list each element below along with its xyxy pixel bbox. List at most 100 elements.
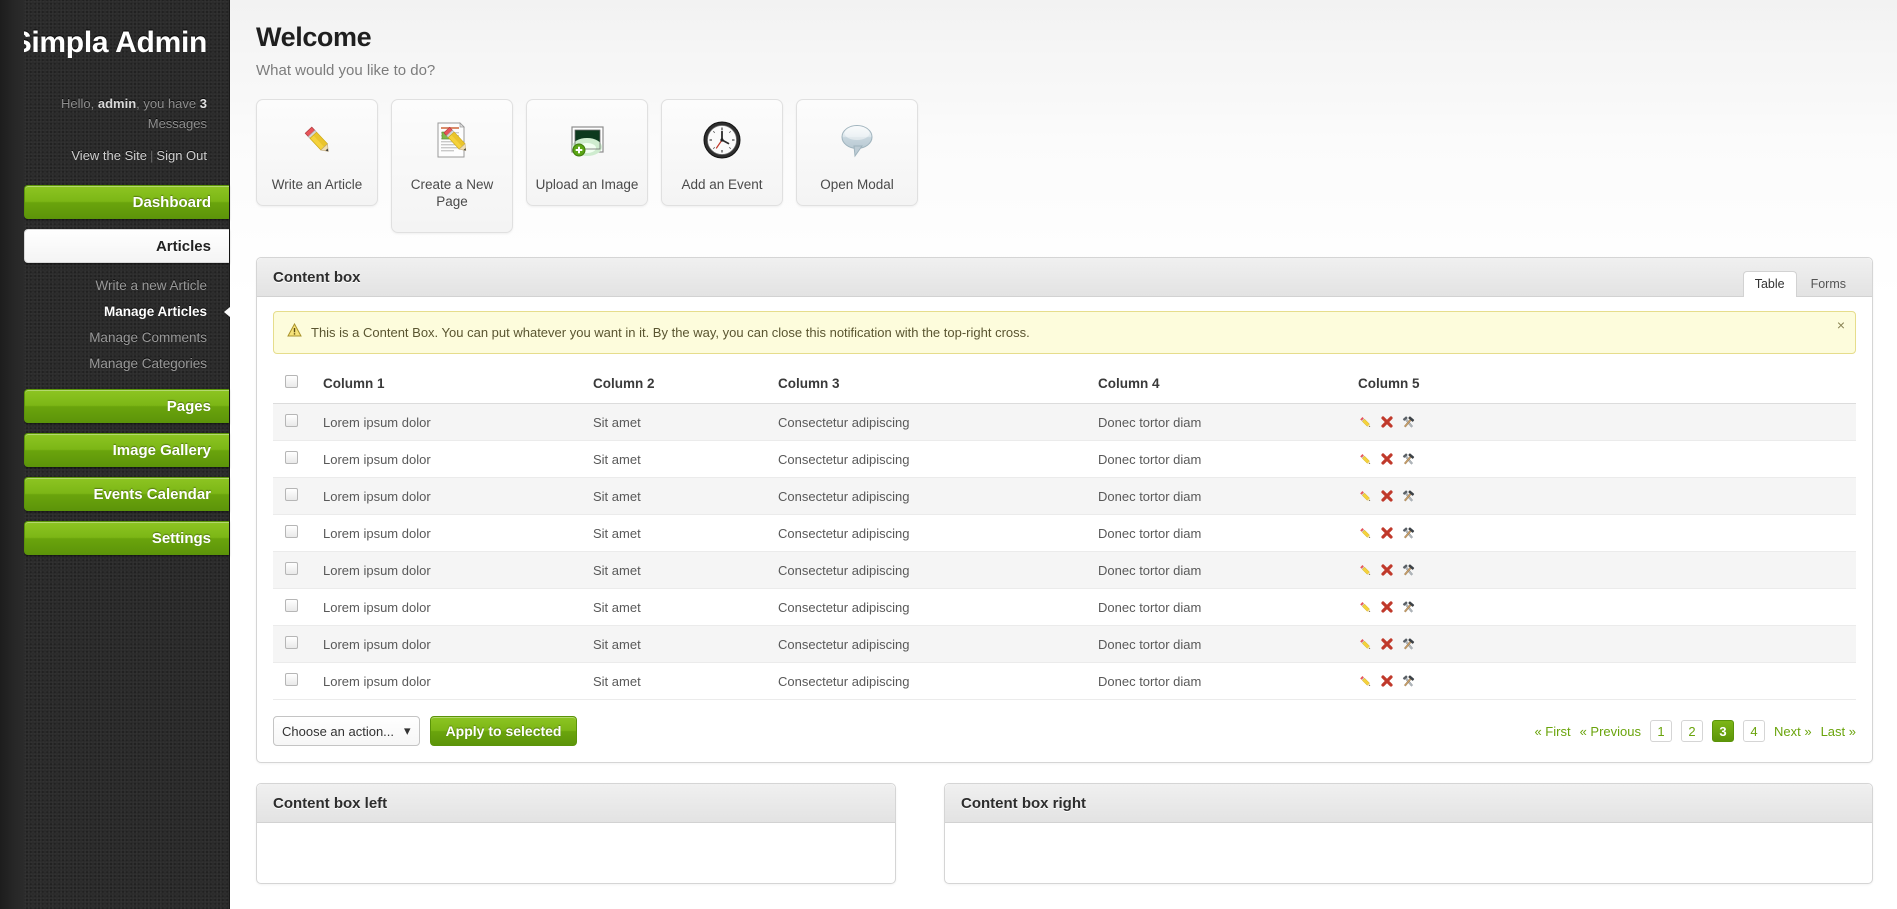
row-checkbox[interactable] (285, 562, 298, 575)
shortcut-upload-an-image[interactable]: Upload an Image (526, 99, 648, 206)
column-header-1[interactable]: Column 1 (317, 366, 587, 404)
action-select[interactable]: Choose an action... ▾ (273, 716, 420, 746)
pagination-first[interactable]: « First (1534, 724, 1570, 739)
row-checkbox[interactable] (285, 525, 298, 538)
delete-icon[interactable] (1380, 637, 1394, 651)
table-header-row: Column 1 Column 2 Column 3 Column 4 Colu… (273, 366, 1856, 404)
sidebar-item-pages[interactable]: Pages (24, 389, 229, 423)
shortcut-add-an-event[interactable]: Add an Event (661, 99, 783, 206)
sidebar-item-manage-comments[interactable]: Manage Comments (0, 325, 229, 351)
apply-to-selected-button[interactable]: Apply to selected (429, 716, 578, 746)
sidebar-item-settings[interactable]: Settings (24, 521, 229, 555)
shortcut-open-modal[interactable]: Open Modal (796, 99, 918, 206)
cell-column-1: Lorem ipsum dolor (317, 403, 587, 441)
row-select-cell (273, 551, 317, 589)
tools-icon[interactable] (1401, 415, 1416, 430)
sidebar-item-dashboard[interactable]: Dashboard (24, 185, 229, 219)
cell-column-2[interactable]: Sit amet (587, 403, 772, 441)
close-icon[interactable]: × (1837, 318, 1845, 332)
cell-column-4: Donec tortor diam (1092, 440, 1352, 478)
pagination-last[interactable]: Last » (1821, 724, 1856, 739)
sidebar-item-articles[interactable]: Articles (24, 229, 229, 263)
data-table: Column 1 Column 2 Column 3 Column 4 Colu… (273, 366, 1856, 700)
cell-column-2[interactable]: Sit amet (587, 514, 772, 552)
pagination-next[interactable]: Next » (1774, 724, 1812, 739)
tools-icon[interactable] (1401, 674, 1416, 689)
delete-icon[interactable] (1380, 563, 1394, 577)
delete-icon[interactable] (1380, 526, 1394, 540)
sidebar-item-manage-categories[interactable]: Manage Categories (0, 351, 229, 377)
sidebar-item-events-calendar[interactable]: Events Calendar (24, 477, 229, 511)
edit-icon[interactable] (1358, 674, 1373, 689)
row-checkbox[interactable] (285, 636, 298, 649)
cell-column-5 (1352, 440, 1856, 478)
sidebar-item-write-new-article[interactable]: Write a new Article (0, 273, 229, 299)
cell-column-1: Lorem ipsum dolor (317, 551, 587, 589)
row-checkbox[interactable] (285, 673, 298, 686)
tab-table[interactable]: Table (1742, 271, 1797, 297)
greeting-mid: , you have (136, 96, 200, 111)
admin-app: Simpla Admin Hello, admin, you have 3 Me… (0, 0, 1897, 909)
cell-column-2[interactable]: Sit amet (587, 440, 772, 478)
delete-icon[interactable] (1380, 489, 1394, 503)
tab-forms[interactable]: Forms (1799, 271, 1858, 297)
tools-icon[interactable] (1401, 563, 1416, 578)
tools-icon[interactable] (1401, 452, 1416, 467)
content-box-left-header: Content box left (257, 784, 895, 823)
delete-icon[interactable] (1380, 674, 1394, 688)
pagination-page-1[interactable]: 1 (1650, 720, 1672, 742)
row-action-group (1358, 489, 1850, 504)
pagination-page-2[interactable]: 2 (1681, 720, 1703, 742)
shortcut-label: Write an Article (271, 177, 363, 192)
cell-column-2[interactable]: Sit amet (587, 662, 772, 700)
column-header-5[interactable]: Column 5 (1352, 366, 1856, 404)
cell-column-2[interactable]: Sit amet (587, 625, 772, 663)
user-links: View the Site | Sign Out (0, 148, 229, 163)
column-header-3[interactable]: Column 3 (772, 366, 1092, 404)
clock-icon (670, 116, 774, 164)
cell-column-4: Donec tortor diam (1092, 403, 1352, 441)
cell-column-1: Lorem ipsum dolor (317, 662, 587, 700)
edit-icon[interactable] (1358, 526, 1373, 541)
column-header-2[interactable]: Column 2 (587, 366, 772, 404)
row-action-group (1358, 452, 1850, 467)
edit-icon[interactable] (1358, 415, 1373, 430)
cell-column-4: Donec tortor diam (1092, 477, 1352, 515)
edit-icon[interactable] (1358, 600, 1373, 615)
edit-icon[interactable] (1358, 489, 1373, 504)
content-box: Content box Table Forms This is a Conten… (256, 257, 1873, 763)
edit-icon[interactable] (1358, 637, 1373, 652)
shortcut-write-an-article[interactable]: Write an Article (256, 99, 378, 206)
sidebar-item-image-gallery[interactable]: Image Gallery (24, 433, 229, 467)
tools-icon[interactable] (1401, 526, 1416, 541)
delete-icon[interactable] (1380, 600, 1394, 614)
cell-column-2[interactable]: Sit amet (587, 588, 772, 626)
delete-icon[interactable] (1380, 452, 1394, 466)
column-header-4[interactable]: Column 4 (1092, 366, 1352, 404)
row-checkbox[interactable] (285, 488, 298, 501)
tools-icon[interactable] (1401, 489, 1416, 504)
shortcut-create-a-new-page[interactable]: Create a New Page (391, 99, 513, 233)
sidebar-item-manage-articles[interactable]: Manage Articles (0, 299, 230, 325)
content-box-right-title: Content box right (961, 795, 1086, 812)
pagination-page-3[interactable]: 3 (1712, 720, 1734, 742)
edit-icon[interactable] (1358, 452, 1373, 467)
delete-icon[interactable] (1380, 415, 1394, 429)
tools-icon[interactable] (1401, 637, 1416, 652)
pagination-previous[interactable]: « Previous (1580, 724, 1641, 739)
row-checkbox[interactable] (285, 599, 298, 612)
row-checkbox[interactable] (285, 451, 298, 464)
edit-icon[interactable] (1358, 563, 1373, 578)
cell-column-1: Lorem ipsum dolor (317, 625, 587, 663)
select-all-checkbox[interactable] (285, 375, 298, 388)
cell-column-2[interactable]: Sit amet (587, 551, 772, 589)
tools-icon[interactable] (1401, 600, 1416, 615)
row-checkbox[interactable] (285, 414, 298, 427)
view-site-link[interactable]: View the Site (71, 148, 147, 163)
greeting-pre: Hello, (61, 96, 98, 111)
cell-column-2[interactable]: Sit amet (587, 477, 772, 515)
sign-out-link[interactable]: Sign Out (156, 148, 207, 163)
pencil-icon (265, 116, 369, 164)
pagination-page-4[interactable]: 4 (1743, 720, 1765, 742)
table-row: Lorem ipsum dolor Sit amet Consectetur adi… (273, 662, 1856, 700)
